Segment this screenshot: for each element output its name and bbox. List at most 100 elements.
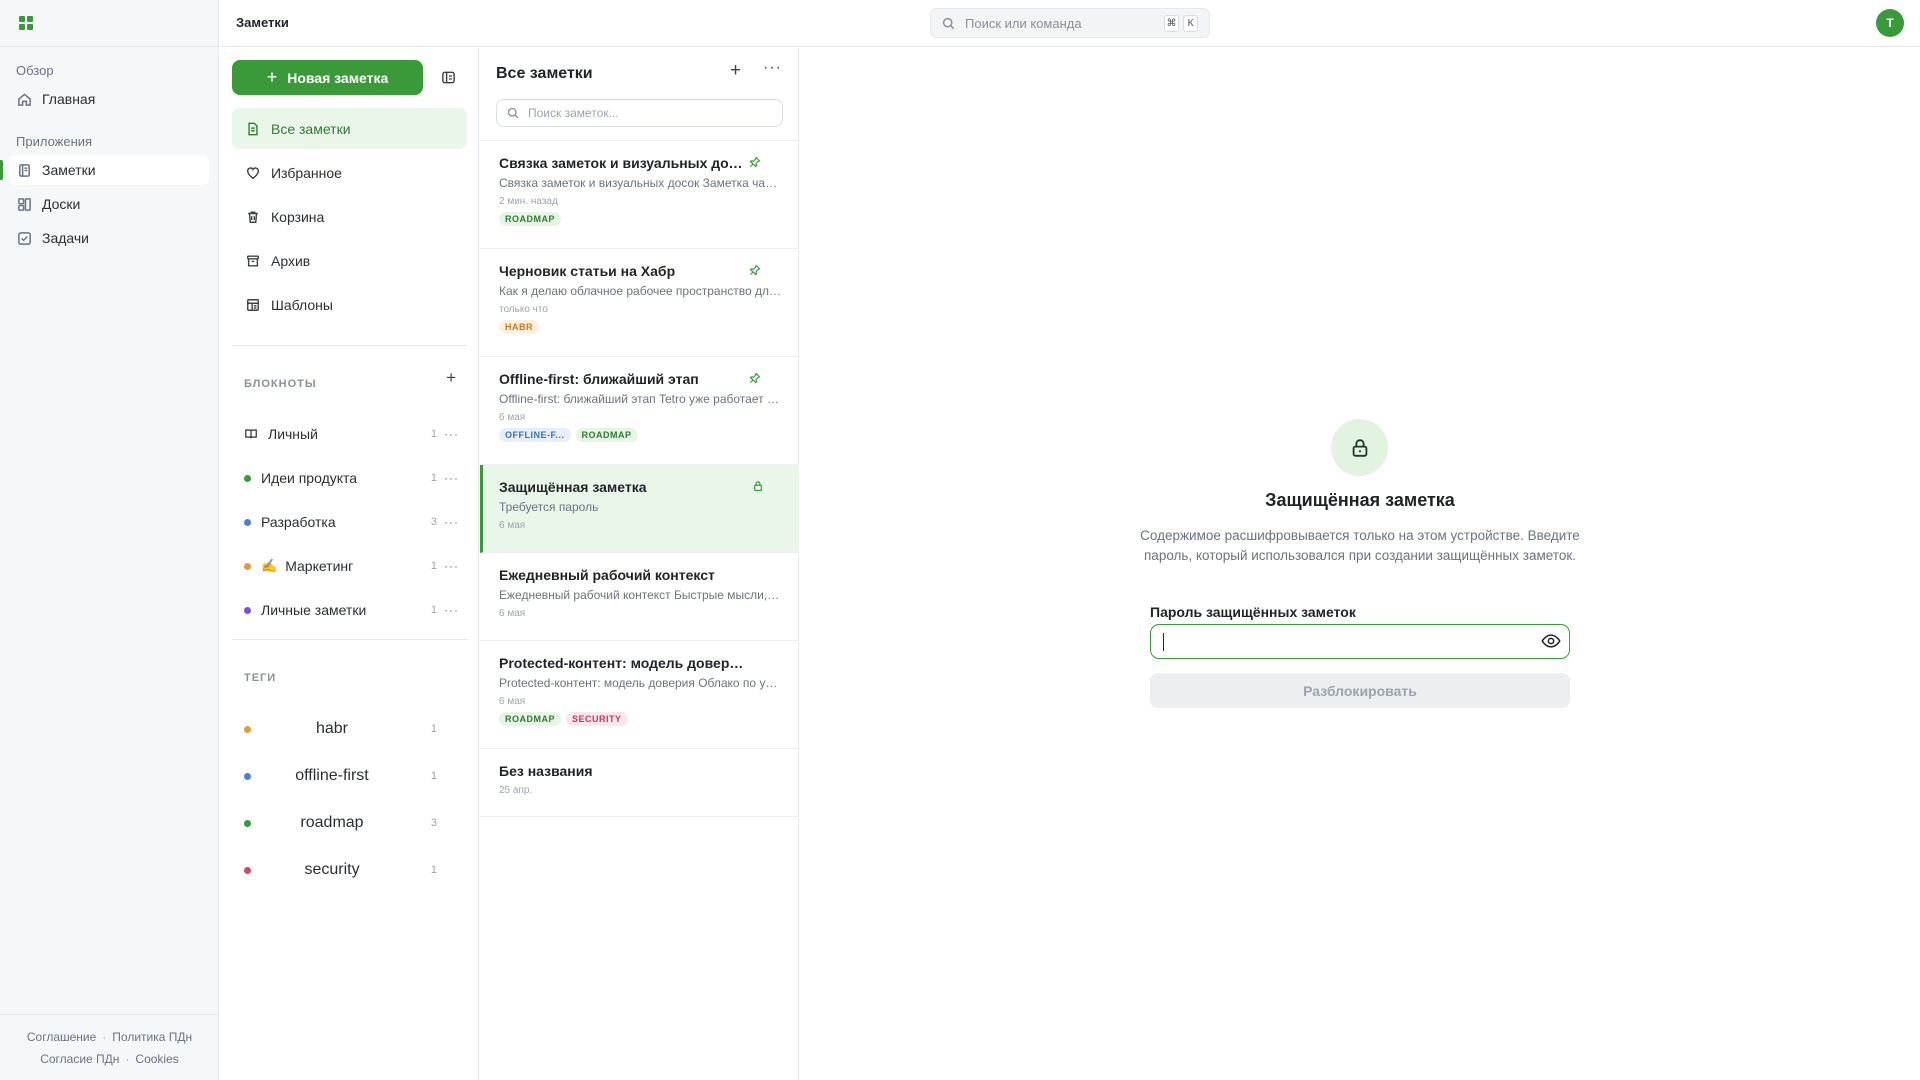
note-list-item[interactable]: Связка заметок и визуальных досок Связка… xyxy=(480,141,799,249)
more-icon[interactable]: ··· xyxy=(444,471,459,485)
tag-item[interactable]: security 1 xyxy=(232,850,467,890)
tag-count: 3 xyxy=(430,817,437,829)
tag-item[interactable]: habr 1 xyxy=(232,709,467,749)
add-note-button[interactable]: + xyxy=(730,60,741,82)
avatar[interactable]: Т xyxy=(1876,9,1904,37)
nav-item-notes[interactable]: Заметки xyxy=(0,155,209,185)
note-title: Protected-контент: модель доверия xyxy=(499,655,744,671)
note-list-item[interactable]: Черновик статьи на Хабр Как я делаю обла… xyxy=(480,249,799,357)
writing-hand-icon: ✍️ xyxy=(261,558,278,573)
nav-section-overview: Обзор xyxy=(16,63,54,78)
more-icon[interactable]: ··· xyxy=(444,427,459,441)
note-list-item[interactable]: Без названия 25 апр. xyxy=(480,749,799,817)
note-excerpt: Protected-контент: модель доверия Облако… xyxy=(499,676,782,690)
sidebar-item-label: Архив xyxy=(271,252,311,269)
command-search[interactable]: Поиск или команда ⌘ К xyxy=(930,8,1210,38)
unlock-button[interactable]: Разблокировать xyxy=(1150,673,1570,708)
password-input[interactable] xyxy=(1150,624,1570,659)
more-icon[interactable]: ··· xyxy=(444,515,459,529)
divider xyxy=(232,345,467,346)
cookies-link[interactable]: Cookies xyxy=(135,1052,178,1066)
apps-grid-icon xyxy=(19,16,33,30)
notebook-item[interactable]: Идеи продукта 1 ··· xyxy=(232,459,467,497)
note-list-item-selected[interactable]: Защищённая заметка Требуется пароль 6 ма… xyxy=(480,465,799,553)
note-title: Черновик статьи на Хабр xyxy=(499,263,676,279)
add-notebook-button[interactable]: + xyxy=(446,368,456,388)
note-date: 6 мая xyxy=(499,608,526,619)
notebook-count: 3 xyxy=(430,516,437,528)
sidebar-item-label: Корзина xyxy=(271,208,325,225)
notebook-label: Маркетинг xyxy=(285,558,354,574)
tag-item[interactable]: roadmap 3 xyxy=(232,803,467,843)
legal-footer: Соглашение · Политика ПДн Согласие ПДн · Coo… xyxy=(0,1014,219,1080)
plus-icon: + xyxy=(266,67,278,87)
eye-icon[interactable] xyxy=(1541,633,1561,649)
tag-chip: ROADMAP xyxy=(499,212,561,226)
notebook-item[interactable]: ✍️ Маркетинг 1 ··· xyxy=(232,547,467,585)
notebook-count: 1 xyxy=(430,560,437,572)
consent-link[interactable]: Согласие ПДн xyxy=(40,1052,119,1066)
app-root: Обзор Главная Приложения Заметки Доски З… xyxy=(0,0,1920,1080)
agreement-link[interactable]: Соглашение xyxy=(27,1030,96,1044)
sidebar-item-all-notes[interactable]: Все заметки xyxy=(232,108,467,149)
notebook-label: Разработка xyxy=(261,514,336,530)
sidebar-item-label: Все заметки xyxy=(271,120,351,137)
note-title: Связка заметок и визуальных досок xyxy=(499,155,744,171)
top-bar: Заметки Поиск или команда ⌘ К Т xyxy=(220,0,1920,47)
note-date: 2 мин. назад xyxy=(499,196,558,207)
boards-icon xyxy=(18,197,31,211)
tag-item[interactable]: offline-first 1 xyxy=(232,756,467,796)
tag-chip: ROADMAP xyxy=(575,428,638,442)
notebooks-heading: БЛОКНОТЫ xyxy=(244,378,317,390)
sidebar-item-templates[interactable]: Шаблоны xyxy=(232,284,467,325)
sidebar-item-archive[interactable]: Архив xyxy=(232,240,467,281)
nav-section-apps: Приложения xyxy=(16,134,93,149)
notes-icon xyxy=(19,163,30,177)
note-excerpt: Как я делаю облачное рабочее пространств… xyxy=(499,284,782,298)
tasks-icon xyxy=(18,231,31,245)
note-list-item[interactable]: Offline-first: ближайший этап Offline-fi… xyxy=(480,357,799,465)
app-nav: Обзор Главная Приложения Заметки Доски З… xyxy=(0,0,219,1080)
tag-chip: OFFLINE-F... xyxy=(499,428,571,442)
tag-color-dot xyxy=(244,772,251,780)
file-icon xyxy=(248,122,258,135)
sidebar-item-label: Шаблоны xyxy=(271,296,333,313)
notebook-count: 1 xyxy=(430,472,437,484)
new-note-button[interactable]: + Новая заметка xyxy=(232,60,423,95)
nav-item-boards[interactable]: Доски xyxy=(9,189,209,219)
notebook-item[interactable]: Личный 1 ··· xyxy=(232,415,467,453)
note-title: Offline-first: ближайший этап xyxy=(499,371,699,387)
search-icon xyxy=(507,107,519,119)
notebook-count: 1 xyxy=(430,604,437,616)
notebook-item[interactable]: Личные заметки 1 ··· xyxy=(232,591,467,629)
note-title: Защищённая заметка xyxy=(499,479,647,495)
note-date: только что xyxy=(499,304,548,315)
note-date: 6 мая xyxy=(499,412,526,423)
template-icon xyxy=(247,298,259,311)
sidebar-collapse-icon[interactable] xyxy=(441,70,456,85)
note-title: Без названия xyxy=(499,763,593,779)
privacy-link[interactable]: Политика ПДн xyxy=(112,1030,192,1044)
nav-item-home[interactable]: Главная xyxy=(9,84,209,114)
notebook-label: Личный xyxy=(268,426,318,442)
logo[interactable] xyxy=(0,0,218,47)
note-search-input[interactable]: Поиск заметок... xyxy=(496,99,783,127)
locked-note-description: Содержимое расшифровывается только на эт… xyxy=(1140,528,1580,563)
sidebar-item-label: Избранное xyxy=(271,164,342,181)
more-icon[interactable]: ··· xyxy=(444,559,459,573)
note-list-title: Все заметки xyxy=(496,65,593,82)
note-list-item[interactable]: Ежедневный рабочий контекст Ежедневный р… xyxy=(480,553,799,641)
list-more-icon[interactable]: ··· xyxy=(763,59,782,77)
note-content: Защищённая заметка Содержимое расшифровы… xyxy=(800,48,1920,1080)
note-title: Ежедневный рабочий контекст xyxy=(499,567,715,583)
book-icon xyxy=(245,429,257,439)
note-search-placeholder: Поиск заметок... xyxy=(528,106,619,120)
sidebar-item-favorites[interactable]: Избранное xyxy=(232,152,467,193)
note-list-item[interactable]: Protected-контент: модель доверия Protec… xyxy=(480,641,799,749)
notebook-item[interactable]: Разработка 3 ··· xyxy=(232,503,467,541)
nav-item-label: Заметки xyxy=(42,162,96,178)
notebook-color-dot xyxy=(244,518,251,526)
more-icon[interactable]: ··· xyxy=(444,603,459,617)
sidebar-item-trash[interactable]: Корзина xyxy=(232,196,467,237)
nav-item-tasks[interactable]: Задачи xyxy=(9,223,209,253)
